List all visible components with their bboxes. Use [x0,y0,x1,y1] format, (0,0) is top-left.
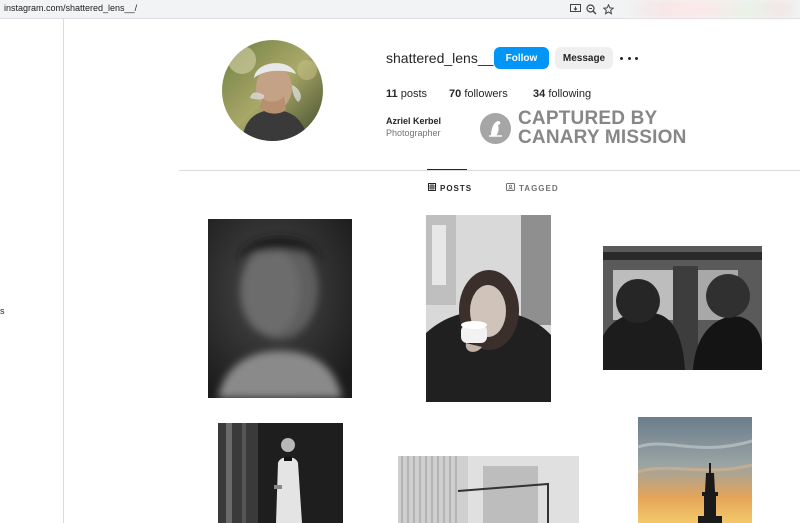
followers-label: followers [464,88,508,100]
extensions-area [625,0,800,18]
bookmark-star-icon[interactable] [601,2,615,16]
tab-posts[interactable]: POSTS [428,183,472,193]
more-options-icon[interactable] [620,50,638,66]
following-label: following [548,88,592,100]
post-thumbnail[interactable] [603,246,762,370]
tab-tagged[interactable]: TAGGED [506,183,559,193]
following-stat[interactable]: 34 following [533,88,591,100]
followers-stat[interactable]: 70 followers [449,88,508,100]
browser-address-bar[interactable]: instagram.com/shattered_lens__/ [0,0,800,19]
tabs-divider [179,170,800,171]
sidebar-item-label[interactable]: s [0,306,5,316]
post-thumbnail[interactable] [638,417,752,523]
watermark-line-2: CANARY MISSION [518,127,687,148]
profile-username: shattered_lens__ [386,50,494,66]
posts-count: 11 [386,88,398,100]
post-thumbnail[interactable] [426,215,551,402]
grid-icon [428,183,436,193]
zoom-icon[interactable] [584,2,598,16]
post-thumbnail[interactable] [398,456,579,523]
posts-stat[interactable]: 11 posts [386,88,427,100]
profile-full-name: Azriel Kerbel [386,116,442,126]
tab-tagged-label: TAGGED [519,183,559,193]
sidebar-nav: s [0,19,64,523]
followers-count: 70 [449,88,462,100]
post-thumbnail[interactable] [218,423,343,523]
profile-bio: Photographer [386,128,441,138]
following-count: 34 [533,88,546,100]
posts-label: posts [400,88,427,100]
canary-logo-icon [480,113,511,144]
post-thumbnail[interactable] [208,219,352,398]
follow-button[interactable]: Follow [494,47,549,69]
tab-posts-label: POSTS [440,183,473,193]
tagged-icon [506,183,515,193]
profile-avatar[interactable] [222,40,323,141]
install-app-icon[interactable] [568,2,582,16]
url-text[interactable]: instagram.com/shattered_lens__/ [4,3,137,13]
message-button[interactable]: Message [555,47,613,69]
active-tab-indicator [427,169,467,170]
